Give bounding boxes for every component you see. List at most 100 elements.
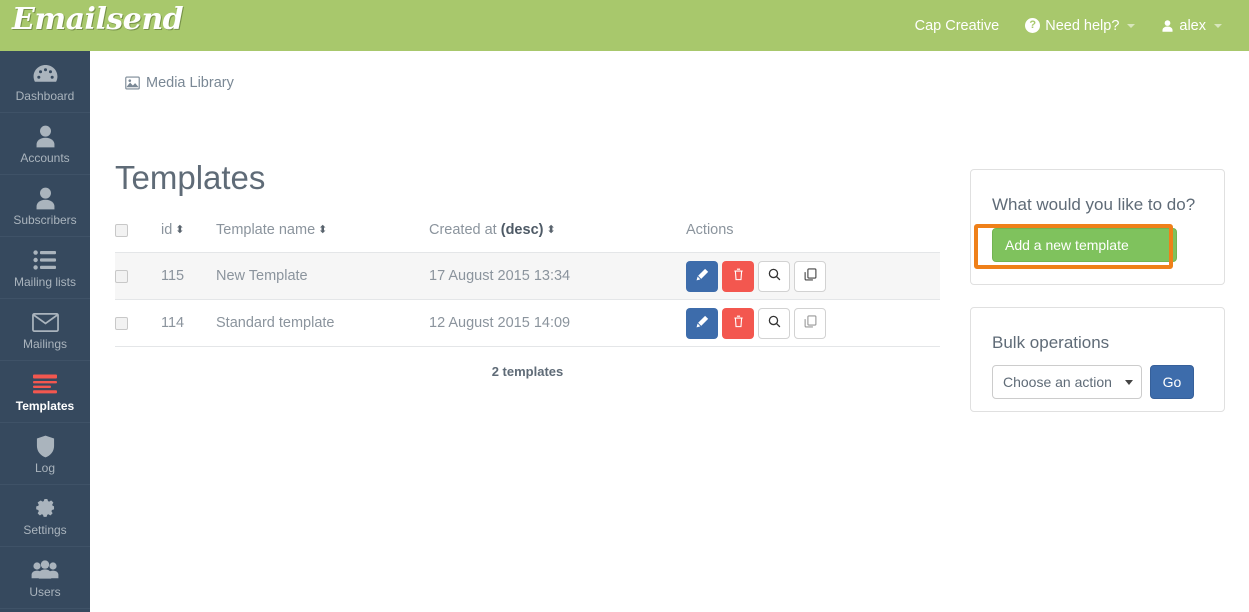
sidebar-item-settings[interactable]: Settings [0, 485, 90, 547]
row-id-cell: 115 [161, 252, 216, 300]
nav-item-user-label: alex [1179, 17, 1206, 34]
sort-icon[interactable]: ⬍ [175, 225, 184, 236]
bulk-action-select-value: Choose an action [1003, 374, 1112, 390]
nav-item-cap-creative-label: Cap Creative [914, 17, 1000, 34]
sidebar-navigation: Dashboard Accounts Subscribers Mailing l… [0, 51, 99, 612]
row-actions-cell [686, 252, 940, 300]
sidebar-item-mailings-label: Mailings [22, 337, 67, 351]
row-id-cell: 114 [161, 299, 216, 347]
column-header-template-name-label[interactable]: Template name [216, 222, 315, 238]
list-icon [33, 247, 57, 273]
bulk-operations-panel: Bulk operations Choose an action Go [970, 307, 1225, 412]
bulk-operations-panel-title: Bulk operations [992, 333, 1110, 352]
sidebar-item-log[interactable]: Log [0, 423, 90, 485]
sidebar-item-subscribers[interactable]: Subscribers [0, 175, 90, 237]
nav-item-need-help-label: Need help? [1045, 17, 1120, 34]
bulk-action-go-button[interactable]: Go [1150, 365, 1194, 399]
duplicate-template-button[interactable] [794, 307, 826, 339]
search-icon [768, 268, 781, 285]
question-circle-icon: ? [1025, 18, 1041, 33]
preview-template-button[interactable] [758, 260, 790, 292]
dashboard-icon [33, 61, 58, 87]
top-header-bar: Emailsend Cap Creative ? Need help? alex [0, 0, 1249, 51]
column-header-created-at[interactable]: Created at (desc) ⬍ [429, 222, 686, 253]
sidebar-item-mailing-lists[interactable]: Mailing lists [0, 237, 90, 299]
row-template-name-cell[interactable]: Standard template [216, 299, 429, 347]
table-row[interactable]: 114 Standard template 12 August 2015 14:… [115, 299, 940, 347]
bulk-action-select[interactable]: Choose an action [992, 365, 1142, 399]
trash-icon [733, 315, 744, 332]
add-new-template-button-label: Add a new template [1005, 237, 1129, 253]
sidebar-item-log-label: Log [34, 461, 56, 475]
row-created-at-cell: 17 August 2015 13:34 [429, 252, 686, 300]
search-icon [768, 315, 781, 332]
table-footer-count: 2 templates [491, 364, 564, 379]
row-actions [686, 260, 940, 292]
column-header-select-all [115, 222, 161, 253]
column-header-created-at-sort-direction[interactable]: (desc) [501, 222, 544, 238]
column-header-id-label[interactable]: id [161, 222, 172, 238]
sort-icon[interactable]: ⬍ [546, 225, 555, 236]
duplicate-icon [804, 314, 817, 332]
user-icon [35, 123, 56, 149]
templates-icon [33, 371, 57, 397]
row-created-at-cell: 12 August 2015 14:09 [429, 299, 686, 347]
column-header-actions: Actions [686, 222, 940, 253]
sidebar-item-users-label: Users [29, 585, 61, 599]
nav-item-need-help[interactable]: ? Need help? [1012, 0, 1148, 51]
users-icon [31, 557, 59, 583]
sidebar-item-dashboard[interactable]: Dashboard [0, 51, 90, 113]
edit-icon [696, 268, 709, 285]
table-header: id ⬍ Template name ⬍ Created at (desc) ⬍ Ac… [115, 222, 940, 253]
sort-icon[interactable]: ⬍ [318, 225, 327, 236]
quick-actions-panel: What would you like to do? Add a new tem… [970, 169, 1225, 285]
envelope-icon [31, 309, 59, 335]
column-header-template-name[interactable]: Template name ⬍ [216, 222, 429, 253]
top-navigation: Cap Creative ? Need help? alex [902, 0, 1235, 51]
preview-template-button[interactable] [758, 307, 790, 339]
sidebar-item-dashboard-label: Dashboard [15, 89, 75, 103]
table-row[interactable]: 115 New Template 17 August 2015 13:34 [115, 252, 940, 300]
sidebar-item-templates[interactable]: Templates [0, 361, 99, 423]
duplicate-template-button[interactable] [794, 260, 826, 292]
column-header-id[interactable]: id ⬍ [161, 222, 216, 253]
row-template-name-cell[interactable]: New Template [216, 252, 429, 300]
user-icon [35, 185, 56, 211]
edit-template-button[interactable] [686, 260, 718, 292]
templates-table: id ⬍ Template name ⬍ Created at (desc) ⬍ Ac… [115, 222, 940, 347]
chevron-down-icon [1214, 23, 1222, 28]
select-all-checkbox[interactable] [115, 223, 128, 237]
nav-item-user-menu[interactable]: alex [1148, 0, 1235, 51]
sidebar-item-mailing-lists-label: Mailing lists [13, 275, 76, 289]
quick-actions-panel-title: What would you like to do? [992, 195, 1196, 214]
sidebar-item-mailings[interactable]: Mailings [0, 299, 90, 361]
app-logo[interactable]: Emailsend [12, 2, 184, 37]
table-body: 115 New Template 17 August 2015 13:34 11… [115, 252, 940, 347]
row-checkbox[interactable] [115, 316, 128, 330]
row-checkbox[interactable] [115, 269, 128, 283]
sidebar-item-accounts-label: Accounts [20, 151, 70, 165]
sidebar-item-settings-label: Settings [23, 523, 67, 537]
user-icon [1161, 19, 1174, 33]
sidebar-item-accounts[interactable]: Accounts [0, 113, 90, 175]
main-content: Media Library Templates id ⬍ Template nam… [90, 51, 1249, 612]
media-library-link[interactable]: Media Library [125, 75, 234, 91]
edit-template-button[interactable] [686, 307, 718, 339]
nav-item-cap-creative[interactable]: Cap Creative [902, 0, 1013, 51]
chevron-down-icon [1125, 379, 1133, 385]
templates-table-container: id ⬍ Template name ⬍ Created at (desc) ⬍ Ac… [115, 222, 940, 347]
duplicate-icon [804, 267, 817, 285]
add-new-template-button[interactable]: Add a new template [992, 228, 1177, 262]
table-header-row: id ⬍ Template name ⬍ Created at (desc) ⬍ Ac… [115, 222, 940, 253]
sidebar-item-users[interactable]: Users [0, 547, 90, 609]
column-header-actions-label: Actions [686, 222, 734, 238]
chevron-down-icon [1127, 23, 1136, 28]
media-library-link-label: Media Library [146, 75, 234, 91]
shield-icon [36, 433, 55, 459]
delete-template-button[interactable] [722, 307, 754, 339]
delete-template-button[interactable] [722, 260, 754, 292]
bulk-action-go-button-label: Go [1162, 374, 1182, 390]
column-header-created-at-label[interactable]: Created at [429, 222, 497, 238]
sidebar-item-templates-label: Templates [15, 399, 75, 413]
row-select-cell [115, 299, 161, 347]
